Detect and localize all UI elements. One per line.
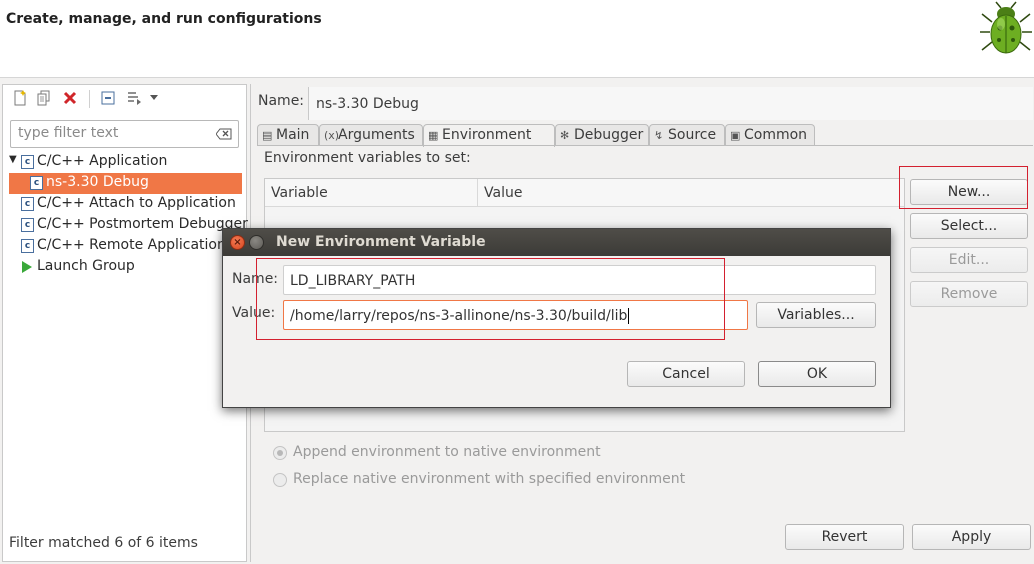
- remove-button[interactable]: Remove: [910, 281, 1028, 307]
- cpp-attach-icon: c: [21, 197, 34, 211]
- table-header: Variable Value: [265, 179, 904, 207]
- launch-group-icon: [22, 261, 32, 273]
- environment-tab-icon: ▦: [428, 129, 439, 142]
- tree-item-cpp-remote[interactable]: c C/C++ Remote Application: [3, 236, 246, 257]
- collapse-all-icon[interactable]: [100, 90, 116, 106]
- left-toolbar: [3, 85, 246, 113]
- tree-item-cpp-application[interactable]: ▼ c C/C++ Application: [3, 152, 246, 173]
- toolbar-separator: [89, 90, 90, 108]
- radio-selected-dot: [277, 450, 283, 456]
- header-banner: Create, manage, and run configurations: [0, 0, 1034, 78]
- tab-label: Environment: [442, 127, 532, 143]
- name-value: ns-3.30 Debug: [316, 96, 419, 112]
- tab-label: Arguments: [338, 127, 415, 143]
- highlight-dialog-fields: [256, 258, 725, 340]
- apply-button[interactable]: Apply: [912, 524, 1031, 550]
- new-configuration-icon[interactable]: [12, 90, 28, 106]
- select-button[interactable]: Select...: [910, 213, 1028, 239]
- minimize-icon[interactable]: [249, 235, 264, 250]
- tree-item-cpp-postmortem[interactable]: c C/C++ Postmortem Debugger: [3, 215, 248, 236]
- tab-debugger[interactable]: ✻ Debugger: [555, 124, 649, 146]
- cpp-config-icon: c: [30, 176, 43, 190]
- filter-icon[interactable]: [126, 90, 142, 106]
- radio-replace-label: Replace native environment with specifie…: [293, 471, 686, 487]
- tree-item-label: Launch Group: [37, 258, 135, 274]
- ok-button[interactable]: OK: [758, 361, 876, 387]
- expand-arrow-icon[interactable]: ▼: [9, 154, 17, 165]
- tree-item-label: ns-3.30 Debug: [46, 174, 149, 190]
- tree-item-cpp-attach[interactable]: c C/C++ Attach to Application: [3, 194, 246, 215]
- edit-button[interactable]: Edit...: [910, 247, 1028, 273]
- tab-common[interactable]: ▣ Common: [725, 124, 815, 146]
- environment-variables-label: Environment variables to set:: [264, 150, 471, 166]
- column-divider[interactable]: [477, 179, 478, 207]
- clear-filter-icon[interactable]: [216, 128, 232, 140]
- tree-item-ns3-debug[interactable]: c ns-3.30 Debug: [9, 173, 242, 194]
- configuration-tree-panel: type filter text ▼ c C/C++ Application c…: [2, 84, 248, 562]
- revert-button[interactable]: Revert: [785, 524, 904, 550]
- cancel-button[interactable]: Cancel: [627, 361, 745, 387]
- cpp-remote-icon: c: [21, 239, 34, 253]
- tab-main[interactable]: ▤ Main: [257, 124, 319, 146]
- filter-input[interactable]: type filter text: [10, 120, 239, 148]
- tree-item-label: C/C++ Application: [37, 153, 168, 169]
- tab-environment[interactable]: ▦ Environment: [423, 124, 555, 147]
- header-title: Create, manage, and run configurations: [6, 11, 322, 27]
- cpp-application-icon: c: [21, 155, 34, 169]
- radio-replace[interactable]: [273, 473, 287, 487]
- cpp-postmortem-icon: c: [21, 218, 34, 232]
- tree-item-launch-group[interactable]: Launch Group: [3, 257, 246, 278]
- tab-label: Source: [668, 127, 717, 143]
- main-tab-icon: ▤: [262, 129, 273, 142]
- arguments-tab-icon: (x): [324, 129, 340, 142]
- tree-item-label: C/C++ Postmortem Debugger: [37, 216, 248, 232]
- tree-item-label: C/C++ Attach to Application: [37, 195, 236, 211]
- delete-icon[interactable]: [62, 90, 78, 106]
- debugger-tab-icon: ✻: [560, 129, 570, 142]
- tab-content-border: [257, 145, 1033, 146]
- radio-append[interactable]: [273, 446, 287, 460]
- tree-item-label: C/C++ Remote Application: [37, 237, 226, 253]
- new-environment-variable-dialog: × New Environment Variable Name: LD_LIBR…: [222, 228, 891, 408]
- dialog-titlebar[interactable]: × New Environment Variable: [223, 229, 890, 256]
- name-label: Name:: [258, 93, 305, 109]
- bug-logo-icon: [980, 1, 1032, 54]
- tab-label: Main: [276, 127, 310, 143]
- radio-append-label: Append environment to native environment: [293, 444, 601, 460]
- close-icon[interactable]: ×: [230, 235, 245, 250]
- duplicate-icon[interactable]: [36, 90, 52, 106]
- variables-button[interactable]: Variables...: [756, 302, 876, 328]
- source-tab-icon: ↯: [654, 129, 664, 142]
- tab-label: Common: [744, 127, 808, 143]
- tab-source[interactable]: ↯ Source: [649, 124, 725, 146]
- column-header-value[interactable]: Value: [484, 185, 522, 201]
- highlight-new-button: [899, 166, 1028, 209]
- name-field[interactable]: ns-3.30 Debug: [308, 87, 1033, 120]
- filter-placeholder: type filter text: [18, 125, 119, 141]
- filter-status: Filter matched 6 of 6 items: [9, 535, 198, 551]
- tab-label: Debugger: [574, 127, 644, 143]
- dialog-title: New Environment Variable: [276, 234, 486, 250]
- tab-arguments[interactable]: (x)Arguments: [319, 124, 423, 146]
- common-tab-icon: ▣: [730, 129, 741, 142]
- column-header-variable[interactable]: Variable: [271, 185, 328, 201]
- chevron-down-icon[interactable]: [149, 94, 159, 102]
